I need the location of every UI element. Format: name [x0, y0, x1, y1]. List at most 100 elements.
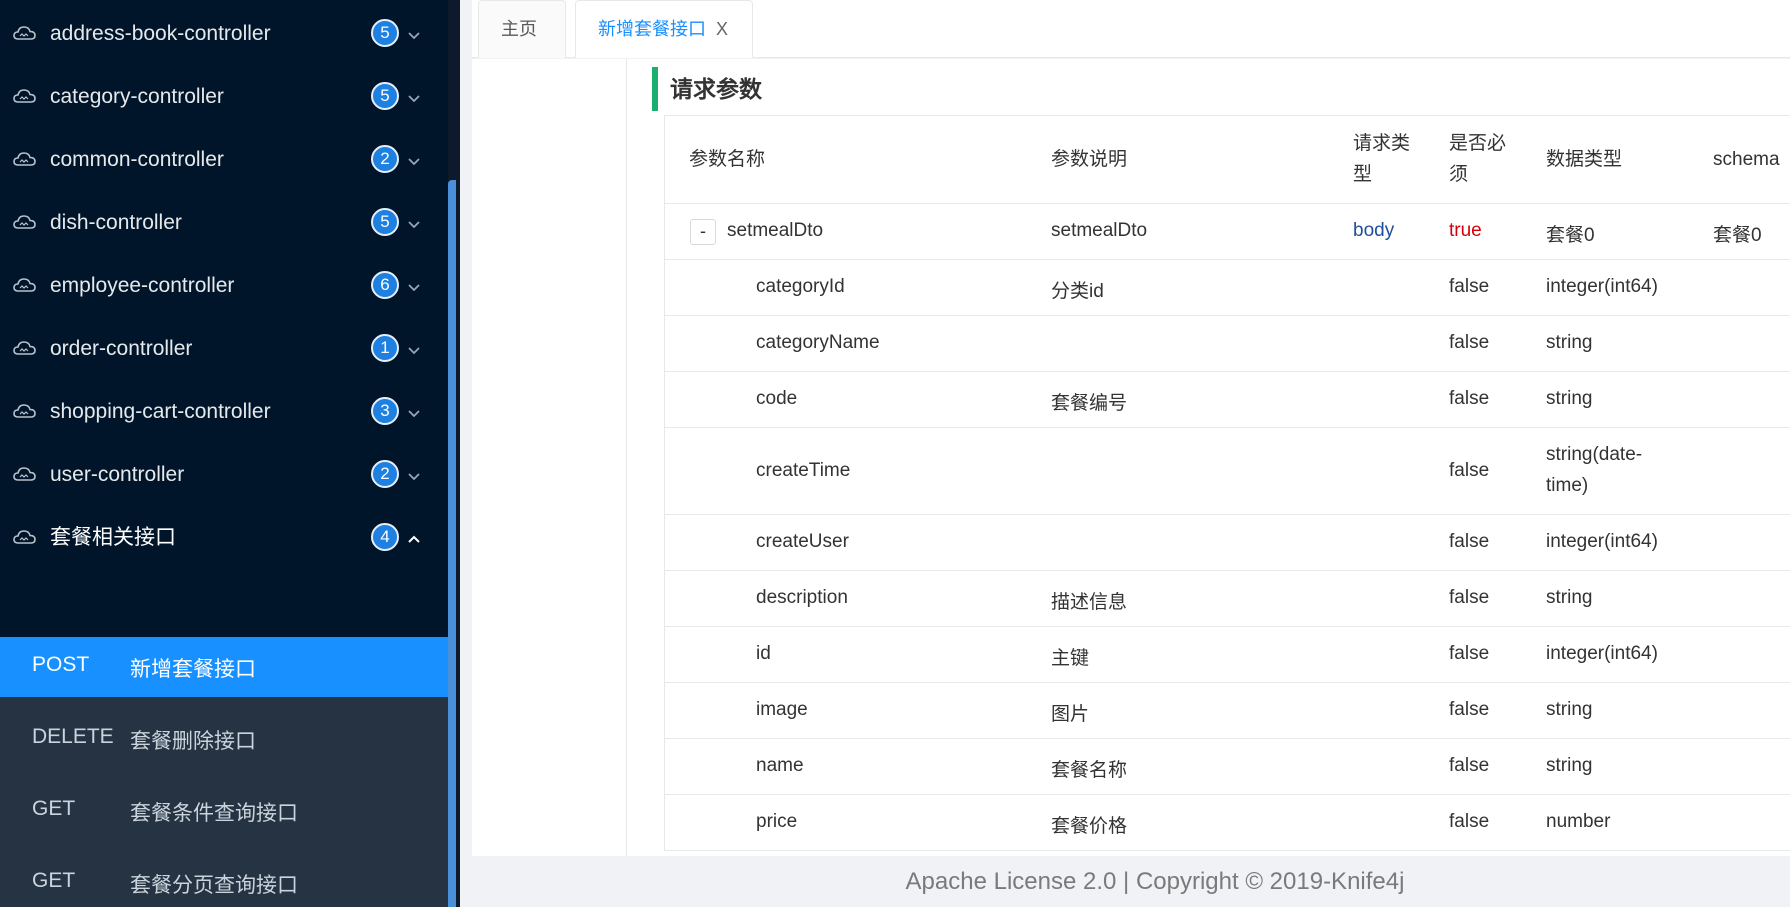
- param-name: code: [756, 388, 798, 409]
- param-type: integer(int64): [1546, 643, 1658, 664]
- param-desc: 分类id: [1051, 281, 1104, 302]
- chevron-down-icon[interactable]: [406, 151, 422, 167]
- table-row: id 主键 false integer(int64): [665, 627, 1790, 683]
- sidebar-group-6[interactable]: shopping-cart-controller 3: [0, 376, 448, 448]
- count-badge: 6: [371, 271, 399, 299]
- header-data-type: 数据类型: [1546, 149, 1623, 170]
- sidebar-group-5[interactable]: order-controller 1: [0, 313, 448, 385]
- count-badge: 3: [371, 397, 399, 425]
- chevron-down-icon[interactable]: [406, 88, 422, 104]
- sidebar-group-4[interactable]: employee-controller 6: [0, 250, 448, 322]
- param-type: integer(int64): [1546, 276, 1658, 297]
- table-row: description 描述信息 false string: [665, 571, 1790, 627]
- header-required-line2: 须: [1449, 164, 1469, 185]
- param-type: integer(int64): [1546, 531, 1658, 552]
- sidebar-group-label: user-controller: [50, 463, 185, 486]
- param-name: name: [756, 755, 804, 776]
- param-desc: 套餐编号: [1051, 393, 1128, 414]
- param-type: number: [1546, 811, 1611, 832]
- http-method: POST: [32, 653, 90, 676]
- chevron-down-icon[interactable]: [406, 466, 422, 482]
- param-type-line2: time): [1546, 475, 1589, 496]
- param-name: description: [756, 587, 848, 608]
- count-badge: 2: [371, 460, 399, 488]
- api-name: 套餐删除接口: [130, 730, 256, 753]
- section-title: 请求参数: [652, 67, 762, 111]
- close-icon[interactable]: X: [716, 1, 728, 57]
- cloud-icon: [12, 209, 38, 235]
- tab-home[interactable]: 主页: [478, 0, 566, 58]
- sidebar-group-label: category-controller: [50, 85, 224, 108]
- header-param-in-line1: 请求类: [1353, 133, 1411, 154]
- count-badge: 5: [371, 82, 399, 110]
- param-required: false: [1449, 388, 1490, 409]
- chevron-down-icon[interactable]: [406, 340, 422, 356]
- sidebar-group-label: shopping-cart-controller: [50, 400, 271, 423]
- table-row: price 套餐价格 false number: [665, 795, 1790, 851]
- http-method: DELETE: [32, 725, 114, 748]
- sidebar-api-item-2[interactable]: GET 套餐条件查询接口: [0, 781, 448, 841]
- chevron-down-icon[interactable]: [406, 214, 422, 230]
- chevron-down-icon[interactable]: [406, 277, 422, 293]
- param-type: string: [1546, 755, 1593, 776]
- tab-bar: 主页 新增套餐接口 X: [472, 0, 1790, 58]
- param-name: id: [756, 643, 771, 664]
- param-name: categoryName: [756, 332, 880, 353]
- param-type: string: [1546, 587, 1593, 608]
- param-required: false: [1449, 332, 1490, 353]
- sidebar-group-label: dish-controller: [50, 211, 182, 234]
- param-name: price: [756, 811, 798, 832]
- sidebar-group-1[interactable]: category-controller 5: [0, 61, 448, 133]
- sidebar-scrollbar-thumb[interactable]: [448, 180, 456, 907]
- sidebar-group-label: common-controller: [50, 148, 224, 171]
- api-doc-content: 请求参数 参数名称 参数说明 请求类 型 是否必 须 数据类型 schema -…: [472, 59, 1790, 856]
- chevron-up-icon[interactable]: [406, 529, 422, 545]
- tab-add-setmeal-label: 新增套餐接口: [598, 19, 706, 39]
- sidebar-group-3[interactable]: dish-controller 5: [0, 187, 448, 259]
- root-param-schema[interactable]: 套餐0: [1713, 220, 1762, 247]
- cloud-icon: [12, 461, 38, 487]
- sidebar-api-item-0[interactable]: POST 新增套餐接口: [0, 637, 448, 697]
- table-row: name 套餐名称 false string: [665, 739, 1790, 795]
- cloud-icon: [12, 524, 38, 550]
- header-param-in-line2: 型: [1353, 164, 1373, 185]
- table-row: categoryName false string: [665, 316, 1790, 372]
- chevron-down-icon[interactable]: [406, 25, 422, 41]
- sidebar-group-8[interactable]: 套餐相关接口 4: [0, 502, 448, 574]
- param-type: string: [1546, 332, 1593, 353]
- sidebar-api-item-1[interactable]: DELETE 套餐删除接口: [0, 709, 448, 769]
- api-name: 套餐条件查询接口: [130, 802, 298, 825]
- sidebar-api-item-3[interactable]: GET 套餐分页查询接口: [0, 853, 448, 907]
- param-type: string: [1546, 699, 1593, 720]
- param-required: false: [1449, 587, 1490, 608]
- cloud-icon: [12, 146, 38, 172]
- sidebar-group-label: employee-controller: [50, 274, 235, 297]
- sidebar-group-label: address-book-controller: [50, 22, 271, 45]
- tab-add-setmeal[interactable]: 新增套餐接口 X: [575, 0, 753, 58]
- param-name: createTime: [756, 460, 851, 481]
- sidebar-group-7[interactable]: user-controller 2: [0, 439, 448, 511]
- sidebar-group-label: 套餐相关接口: [50, 526, 176, 549]
- param-required: false: [1449, 460, 1490, 481]
- sidebar: address-book-controller 5 category-control…: [0, 0, 448, 907]
- main-area: 主页 新增套餐接口 X 请求参数 参数名称 参数说明 请求类 型 是否必 须 数据…: [460, 0, 1790, 907]
- sidebar-group-2[interactable]: common-controller 2: [0, 124, 448, 196]
- table-row: image 图片 false string: [665, 683, 1790, 739]
- tab-home-label: 主页: [501, 19, 537, 39]
- header-required-line1: 是否必: [1449, 133, 1507, 154]
- chevron-down-icon[interactable]: [406, 403, 422, 419]
- footer: Apache License 2.0 | Copyright © 2019-Kn…: [460, 856, 1790, 907]
- param-name: createUser: [756, 531, 849, 552]
- param-name: image: [756, 699, 808, 720]
- collapse-toggle-button[interactable]: -: [690, 219, 716, 245]
- table-row: createUser false integer(int64): [665, 515, 1790, 571]
- header-param-desc: 参数说明: [1051, 149, 1128, 170]
- param-desc: 描述信息: [1051, 592, 1128, 613]
- header-param-name: 参数名称: [689, 149, 766, 170]
- request-params-table: 参数名称 参数说明 请求类 型 是否必 须 数据类型 schema - setm…: [664, 115, 1790, 851]
- sidebar-group-label: order-controller: [50, 337, 193, 360]
- cloud-icon: [12, 83, 38, 109]
- root-param-name: setmealDto: [727, 220, 824, 241]
- sidebar-group-0[interactable]: address-book-controller 5: [0, 0, 448, 70]
- root-param-type[interactable]: 套餐0: [1546, 220, 1595, 247]
